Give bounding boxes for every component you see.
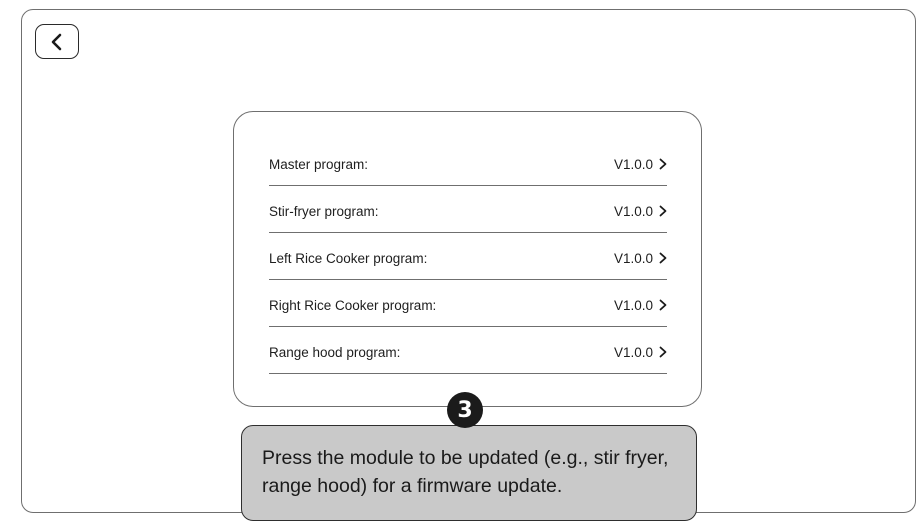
- program-list: Master program: V1.0.0 Stir-fryer progra…: [269, 139, 667, 374]
- step-number-badge: 3: [447, 392, 483, 428]
- instruction-callout: Press the module to be updated (e.g., st…: [241, 425, 697, 521]
- chevron-left-icon: [51, 33, 62, 50]
- instruction-text: Press the module to be updated (e.g., st…: [262, 447, 669, 497]
- version-value: V1.0.0: [613, 344, 653, 360]
- chevron-right-icon: [659, 299, 667, 311]
- program-row-master[interactable]: Master program: V1.0.0: [269, 139, 667, 186]
- chevron-right-icon: [659, 158, 667, 170]
- program-row-stir-fryer[interactable]: Stir-fryer program: V1.0.0: [269, 186, 667, 233]
- chevron-right-icon: [659, 346, 667, 358]
- program-label: Left Rice Cooker program:: [269, 250, 428, 266]
- back-button[interactable]: [35, 24, 79, 59]
- program-row-range-hood[interactable]: Range hood program: V1.0.0: [269, 327, 667, 374]
- program-label: Stir-fryer program:: [269, 203, 379, 219]
- program-label: Master program:: [269, 156, 369, 172]
- program-version: V1.0.0: [614, 345, 667, 360]
- program-version: V1.0.0: [614, 251, 667, 266]
- firmware-versions-card: Master program: V1.0.0 Stir-fryer progra…: [233, 111, 702, 407]
- program-row-right-rice-cooker[interactable]: Right Rice Cooker program: V1.0.0: [269, 280, 667, 327]
- program-version: V1.0.0: [614, 157, 667, 172]
- program-version: V1.0.0: [614, 204, 667, 219]
- program-version: V1.0.0: [614, 298, 667, 313]
- chevron-right-icon: [659, 252, 667, 264]
- program-label: Range hood program:: [269, 344, 401, 360]
- program-row-left-rice-cooker[interactable]: Left Rice Cooker program: V1.0.0: [269, 233, 667, 280]
- version-value: V1.0.0: [613, 156, 653, 172]
- program-label: Right Rice Cooker program:: [269, 297, 437, 313]
- version-value: V1.0.0: [613, 250, 653, 266]
- version-value: V1.0.0: [613, 203, 653, 219]
- chevron-right-icon: [659, 205, 667, 217]
- version-value: V1.0.0: [613, 297, 653, 313]
